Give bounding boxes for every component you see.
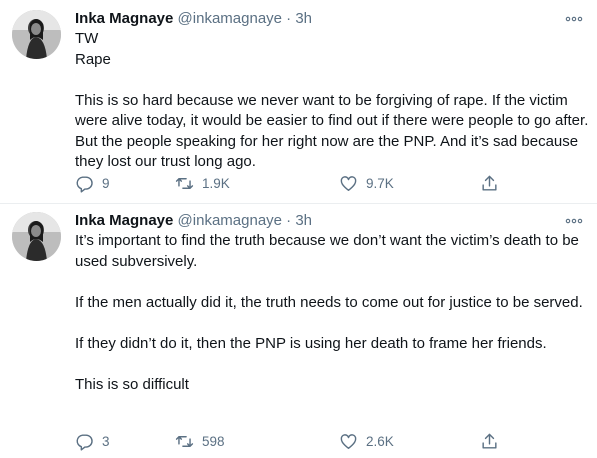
tweet-line-blank	[75, 354, 590, 375]
reply-button[interactable]: 9	[75, 172, 110, 194]
separator-dot: ·	[286, 212, 292, 229]
avatar[interactable]	[12, 212, 61, 261]
retweet-button[interactable]: 598	[175, 430, 225, 452]
heart-icon	[339, 174, 358, 193]
author-handle[interactable]: @inkamagnaye	[178, 212, 282, 229]
tweet-text: It’s important to find the truth because…	[75, 231, 590, 395]
author-handle[interactable]: @inkamagnaye	[178, 10, 282, 27]
tweet-line: This is so hard because we never want to…	[75, 91, 589, 171]
share-button[interactable]	[480, 172, 499, 194]
retweet-icon	[175, 432, 194, 451]
timestamp[interactable]: 3h	[295, 212, 312, 229]
tweet-divider	[0, 203, 597, 204]
share-icon	[480, 174, 499, 193]
reply-count: 3	[102, 433, 110, 449]
heart-icon	[339, 432, 358, 451]
tweet-text: TW Rape This is so hard because we never…	[75, 29, 590, 173]
tweet[interactable]: Inka Magnaye @inkamagnaye · 3h TW Rape T…	[0, 8, 597, 204]
avatar-photo	[12, 10, 61, 59]
reply-icon	[75, 432, 94, 451]
tweet-actions: 9 1.9K 9.7K	[75, 172, 505, 194]
reply-button[interactable]: 3	[75, 430, 110, 452]
like-count: 9.7K	[366, 175, 394, 191]
retweet-icon	[175, 174, 194, 193]
retweet-count: 1.9K	[202, 175, 230, 191]
like-button[interactable]: 9.7K	[339, 172, 394, 194]
like-count: 2.6K	[366, 433, 394, 449]
retweet-button[interactable]: 1.9K	[175, 172, 230, 194]
separator-dot: ·	[286, 10, 292, 27]
more-icon[interactable]	[565, 214, 583, 226]
avatar[interactable]	[12, 10, 61, 59]
tweet-line-blank	[75, 70, 590, 91]
like-button[interactable]: 2.6K	[339, 430, 394, 452]
timestamp[interactable]: 3h	[295, 10, 312, 27]
tweet-line: It’s important to find the truth because…	[75, 232, 579, 270]
tweet-header: Inka Magnaye @inkamagnaye · 3h	[75, 8, 312, 30]
avatar-photo	[12, 212, 61, 261]
reply-count: 9	[102, 175, 110, 191]
share-button[interactable]	[480, 430, 499, 452]
author-name[interactable]: Inka Magnaye	[75, 212, 173, 229]
share-icon	[480, 432, 499, 451]
more-icon[interactable]	[565, 12, 583, 24]
tweet-line-blank	[75, 313, 590, 334]
reply-icon	[75, 174, 94, 193]
tweet-header: Inka Magnaye @inkamagnaye · 3h	[75, 210, 312, 232]
tweet[interactable]: Inka Magnaye @inkamagnaye · 3h It’s impo…	[0, 210, 597, 458]
tweet-line: TW	[75, 30, 99, 47]
tweet-actions: 3 598 2.6K	[75, 430, 505, 452]
tweet-line: If the men actually did it, the truth ne…	[75, 293, 583, 311]
retweet-count: 598	[202, 433, 225, 449]
author-name[interactable]: Inka Magnaye	[75, 10, 173, 27]
tweet-line-blank	[75, 272, 590, 293]
tweet-line: Rape	[75, 50, 111, 68]
tweet-line: If they didn’t do it, then the PNP is us…	[75, 334, 547, 352]
tweet-line: This is so difficult	[75, 375, 189, 393]
